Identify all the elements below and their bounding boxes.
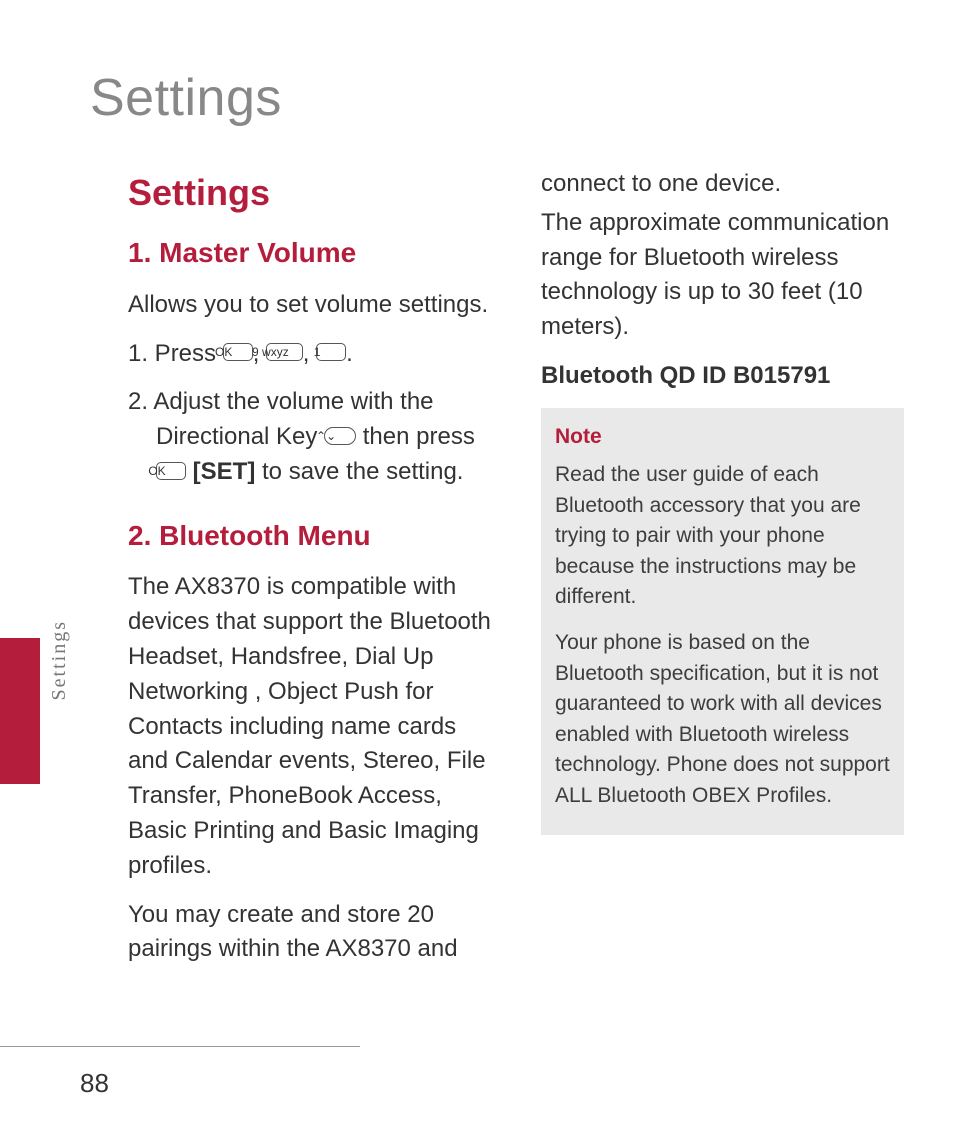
page-number: 88 <box>80 1068 109 1099</box>
mv-intro: Allows you to set volume settings. <box>128 288 491 323</box>
bt-para-3: The approximate communication range for … <box>541 206 904 345</box>
set-label: [SET] <box>193 458 256 485</box>
ok-key-icon: OK <box>156 462 186 480</box>
one-key-icon: 1 <box>316 343 346 361</box>
footer-rule <box>0 1046 360 1047</box>
nine-key-icon: 9 wxyz <box>266 343 303 361</box>
note-box: Note Read the user guide of each Bluetoo… <box>541 408 904 835</box>
heading-master-volume: 1. Master Volume <box>128 233 491 274</box>
side-label: Settings <box>48 620 71 700</box>
note-p1: Read the user guide of each Bluetooth ac… <box>555 460 890 612</box>
heading-settings: Settings <box>128 167 491 219</box>
text: to save the setting. <box>262 458 463 485</box>
mv-step-2: 2. Adjust the volume with the Directiona… <box>128 385 491 489</box>
side-tab <box>0 638 40 784</box>
text: 1. Press <box>128 340 223 367</box>
note-p2: Your phone is based on the Bluetooth spe… <box>555 628 890 811</box>
page-title: Settings <box>90 68 282 128</box>
note-title: Note <box>555 422 890 452</box>
directional-key-icon: ⌃⌄ <box>324 427 356 445</box>
ok-key-icon: OK <box>223 343 253 361</box>
text: then press <box>363 423 475 450</box>
mv-step-1: 1. Press OK, 9 wxyz, 1. <box>128 337 491 372</box>
text: . <box>346 340 353 367</box>
heading-bluetooth-menu: 2. Bluetooth Menu <box>128 516 491 557</box>
bt-para-1: The AX8370 is compatible with devices th… <box>128 570 491 883</box>
content: Settings 1. Master Volume Allows you to … <box>128 167 904 977</box>
bt-qd-id: Bluetooth QD ID B015791 <box>541 359 904 394</box>
